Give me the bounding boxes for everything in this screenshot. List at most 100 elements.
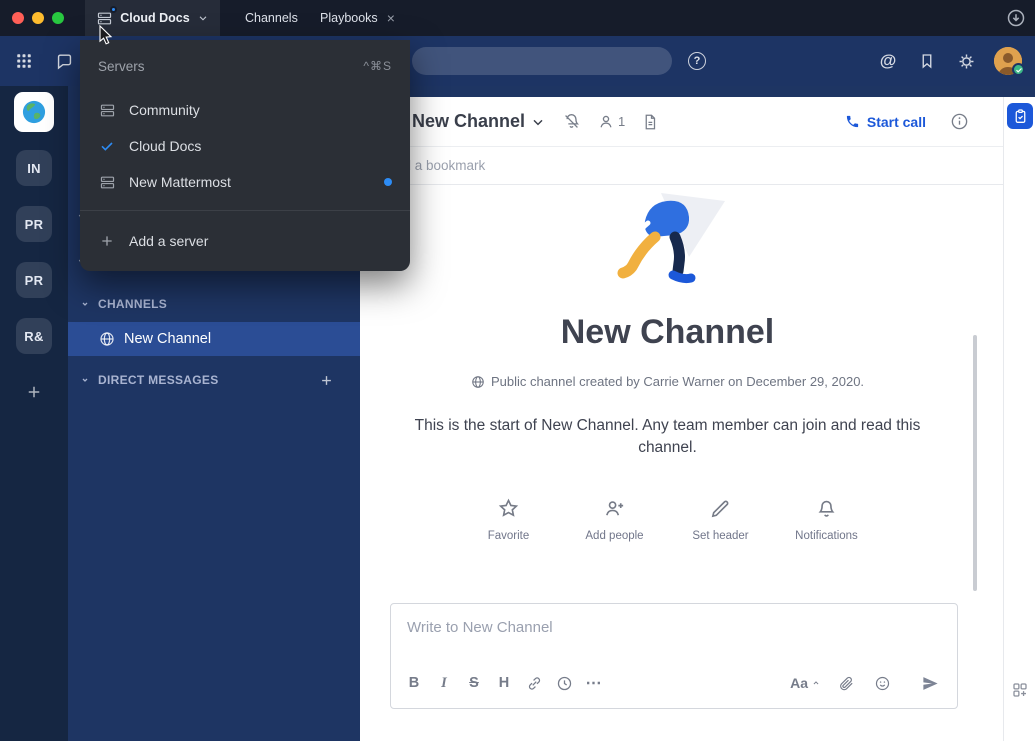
settings-gear-icon[interactable]	[956, 51, 976, 71]
team-initials: R&	[24, 329, 43, 344]
menu-item-label: New Mattermost	[129, 174, 231, 190]
bold-button[interactable]: B	[399, 668, 429, 698]
servers-dropdown-menu: Servers ^⌘S Community Cloud Docs	[80, 40, 410, 271]
product-switcher-grid-icon[interactable]	[14, 51, 34, 71]
message-input[interactable]	[391, 604, 957, 636]
dm-section-label: DIRECT MESSAGES	[98, 373, 219, 387]
saved-messages-icon[interactable]	[917, 51, 937, 71]
intro-actions: Favorite Add people	[360, 497, 975, 542]
intro-description: This is the start of New Channel. Any te…	[392, 415, 944, 459]
help-icon[interactable]: ?	[688, 52, 706, 70]
team-badge[interactable]: IN	[16, 150, 52, 186]
playbooks-app-icon[interactable]	[1007, 103, 1033, 129]
close-tab-icon[interactable]: ×	[387, 11, 395, 25]
team-initials: PR	[25, 217, 44, 232]
team-initials: IN	[27, 161, 41, 176]
start-call-button[interactable]: Start call	[845, 114, 926, 130]
action-label: Favorite	[488, 530, 530, 542]
members-icon	[596, 112, 615, 131]
add-direct-message-icon[interactable]	[319, 373, 334, 388]
pinned-files-icon[interactable]	[640, 112, 659, 131]
menu-item-label: Cloud Docs	[129, 138, 201, 154]
mouse-cursor	[99, 25, 114, 46]
window-controls	[12, 12, 64, 24]
zoom-window-button[interactable]	[52, 12, 64, 24]
italic-button[interactable]: I	[429, 668, 459, 698]
active-server-avatar[interactable]	[14, 92, 54, 132]
mute-bell-off-icon[interactable]	[562, 112, 581, 131]
tab-channels-label: Channels	[245, 11, 298, 25]
chevron-down-icon	[197, 12, 209, 24]
members-button[interactable]: 1	[596, 112, 625, 131]
at-glyph: @	[880, 51, 897, 71]
channel-intro: New Channel Public channel created by Ca…	[360, 185, 1003, 542]
notifications-button[interactable]: Notifications	[794, 497, 860, 542]
public-channel-globe-icon	[471, 375, 485, 389]
heading-button[interactable]: H	[489, 668, 519, 698]
apps-grid-icon[interactable]	[1011, 681, 1029, 699]
action-label: Set header	[692, 530, 748, 542]
add-people-button[interactable]: Add people	[582, 497, 648, 542]
team-badge[interactable]: R&	[16, 318, 52, 354]
direct-messages-section-header[interactable]: DIRECT MESSAGES	[68, 366, 360, 394]
channel-intro-illustration	[593, 191, 743, 291]
help-glyph: ?	[694, 55, 701, 67]
set-header-button[interactable]: Set header	[688, 497, 754, 542]
servers-menu-header: Servers ^⌘S	[80, 48, 410, 84]
member-count-label: 1	[618, 114, 625, 129]
search-input[interactable]	[412, 47, 672, 75]
pencil-icon	[709, 497, 732, 520]
emoji-icon[interactable]	[867, 668, 897, 698]
add-team-button[interactable]	[20, 378, 48, 406]
more-formatting-icon[interactable]: ⋯	[579, 668, 609, 698]
tab-playbooks[interactable]: Playbooks ×	[320, 0, 395, 36]
servers-menu-title: Servers	[98, 59, 145, 74]
link-icon[interactable]	[519, 668, 549, 698]
team-badge[interactable]: PR	[16, 206, 52, 242]
send-message-icon[interactable]	[915, 668, 945, 698]
message-composer: B I S H ⋯ Aa	[390, 603, 958, 709]
download-update-icon[interactable]	[1006, 8, 1026, 28]
servers-menu-shortcut: ^⌘S	[363, 59, 392, 73]
team-badges: IN PR PR R&	[16, 150, 52, 354]
menu-item-new-mattermost[interactable]: New Mattermost	[80, 164, 410, 200]
show-formatting-button[interactable]: Aa	[786, 675, 825, 691]
chevron-down-icon	[79, 298, 91, 310]
scrollbar-thumb[interactable]	[973, 335, 977, 591]
server-icon	[98, 101, 116, 119]
team-badge[interactable]: PR	[16, 262, 52, 298]
tab-channels[interactable]: Channels	[245, 0, 298, 36]
online-status-badge	[1012, 63, 1025, 76]
minimize-window-button[interactable]	[32, 12, 44, 24]
channels-product-icon[interactable]	[54, 51, 74, 71]
channels-section-label: CHANNELS	[98, 297, 167, 311]
aa-label: Aa	[790, 675, 808, 691]
channel-title[interactable]: New Channel	[412, 111, 525, 132]
channel-info-icon[interactable]	[950, 112, 969, 131]
menu-item-label: Community	[129, 102, 200, 118]
close-window-button[interactable]	[12, 12, 24, 24]
check-icon	[98, 137, 116, 155]
server-icon	[98, 173, 116, 191]
add-server-label: Add a server	[129, 233, 208, 249]
channel-menu-chevron-icon[interactable]	[530, 114, 546, 130]
sidebar-item-new-channel[interactable]: New Channel	[68, 322, 360, 356]
channel-header: New Channel 1	[360, 97, 1003, 147]
clock-icon[interactable]	[549, 668, 579, 698]
composer-right-controls: Aa	[786, 668, 945, 698]
favorite-button[interactable]: Favorite	[476, 497, 542, 542]
strikethrough-button[interactable]: S	[459, 668, 489, 698]
add-server-button[interactable]: Add a server	[80, 221, 410, 261]
menu-item-cloud-docs[interactable]: Cloud Docs	[80, 128, 410, 164]
menu-item-community[interactable]: Community	[80, 92, 410, 128]
mentions-icon[interactable]: @	[878, 51, 898, 71]
attach-file-paperclip-icon[interactable]	[831, 668, 861, 698]
titlebar: Cloud Docs Channels Playbooks ×	[0, 0, 1035, 36]
chevron-down-icon	[79, 374, 91, 386]
mattermost-window: Cloud Docs Channels Playbooks ×	[0, 0, 1035, 741]
star-icon	[497, 497, 520, 520]
action-label: Add people	[585, 530, 643, 542]
phone-icon	[845, 114, 860, 129]
team-sidebar: IN PR PR R&	[0, 86, 68, 741]
channels-section-header[interactable]: CHANNELS	[68, 290, 360, 318]
